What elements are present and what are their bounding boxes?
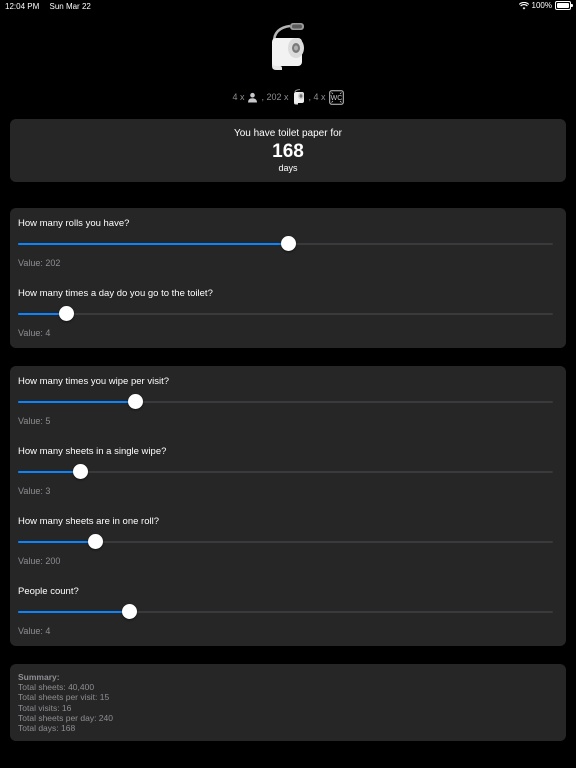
result-label: You have toilet paper for <box>233 128 343 139</box>
sheets-per-roll-slider-group: How many sheets are in one roll? Value: … <box>10 506 566 576</box>
slider-value-text: Value: 4 <box>18 328 51 338</box>
people-count-slider[interactable] <box>18 604 553 619</box>
summary-line-sheets-per-day: Total sheets per day: 240 <box>18 712 113 723</box>
summary-line-sheets-per-visit: Total sheets per visit: 15 <box>18 692 110 703</box>
people-count-slider-group: People count? Value: 4 <box>10 576 566 646</box>
wipes-per-visit-slider[interactable] <box>18 394 553 409</box>
people-count-text: 4 x <box>232 92 245 102</box>
result-unit: days <box>278 163 298 173</box>
sheets-per-wipe-slider[interactable] <box>18 464 553 479</box>
summary-card: Summary: Total sheets: 40,400 Total shee… <box>10 664 566 741</box>
battery-percent: 100% <box>531 1 552 10</box>
slider-question: How many rolls you have? <box>18 218 130 229</box>
slider-value-text: Value: 202 <box>18 258 61 268</box>
slider-question: How many times a day do you go to the to… <box>18 288 213 299</box>
wipes-slider-group: How many times you wipe per visit? Value… <box>10 366 566 436</box>
result-card: You have toilet paper for 168 days <box>10 119 566 182</box>
summary-title: Summary: <box>18 672 60 682</box>
usage-settings-card: How many times you wipe per visit? Value… <box>10 366 566 646</box>
wc-sign-icon: WC <box>328 89 344 105</box>
toilet-visits-slider[interactable] <box>18 306 553 321</box>
sheets-per-wipe-slider-group: How many sheets in a single wipe? Value:… <box>10 436 566 506</box>
slider-value-text: Value: 3 <box>18 486 51 496</box>
slider-thumb[interactable] <box>128 394 144 409</box>
status-time: 12:04 PM <box>5 2 40 11</box>
slider-value-text: Value: 200 <box>18 556 61 566</box>
slider-fill <box>18 541 96 543</box>
slider-thumb[interactable] <box>58 306 74 321</box>
wifi-icon <box>518 1 529 9</box>
quick-summary-line: 4 x , 202 x , 4 x WC <box>0 88 576 106</box>
summary-line-total-days: Total days: 168 <box>18 723 76 734</box>
result-days-value: 168 <box>272 141 304 162</box>
summary-line-total-visits: Total visits: 16 <box>18 702 72 713</box>
slider-question: People count? <box>18 586 79 597</box>
status-date: Sun Mar 22 <box>49 2 91 11</box>
rolls-slider-group: How many rolls you have? Value: 202 <box>10 208 566 278</box>
slider-thumb[interactable] <box>280 236 296 251</box>
slider-thumb[interactable] <box>87 534 103 549</box>
slider-fill <box>18 243 289 245</box>
status-bar: 12:04 PM Sun Mar 22 100% <box>0 0 576 14</box>
slider-value-text: Value: 5 <box>18 416 51 426</box>
slider-fill <box>18 611 130 613</box>
slider-question: How many sheets are in one roll? <box>18 516 159 527</box>
sheets-per-roll-slider[interactable] <box>18 534 553 549</box>
slider-thumb[interactable] <box>72 464 88 479</box>
toilet-paper-holder-icon <box>272 23 304 70</box>
slider-fill <box>18 401 136 403</box>
summary-line-total-sheets: Total sheets: 40,400 <box>18 682 95 693</box>
slider-question: How many sheets in a single wipe? <box>18 446 167 457</box>
supply-settings-card: How many rolls you have? Value: 202 How … <box>10 208 566 348</box>
slider-fill <box>18 471 81 473</box>
toilet-visits-slider-group: How many times a day do you go to the to… <box>10 278 566 348</box>
slider-question: How many times you wipe per visit? <box>18 376 169 387</box>
battery-icon <box>555 1 573 10</box>
visits-count-text: , 4 x <box>308 92 326 102</box>
rolls-count-text: , 202 x <box>261 92 289 102</box>
person-icon <box>248 92 258 102</box>
rolls-slider[interactable] <box>18 236 553 251</box>
toilet-roll-icon <box>293 89 304 105</box>
slider-thumb[interactable] <box>122 604 138 619</box>
slider-value-text: Value: 4 <box>18 626 51 636</box>
